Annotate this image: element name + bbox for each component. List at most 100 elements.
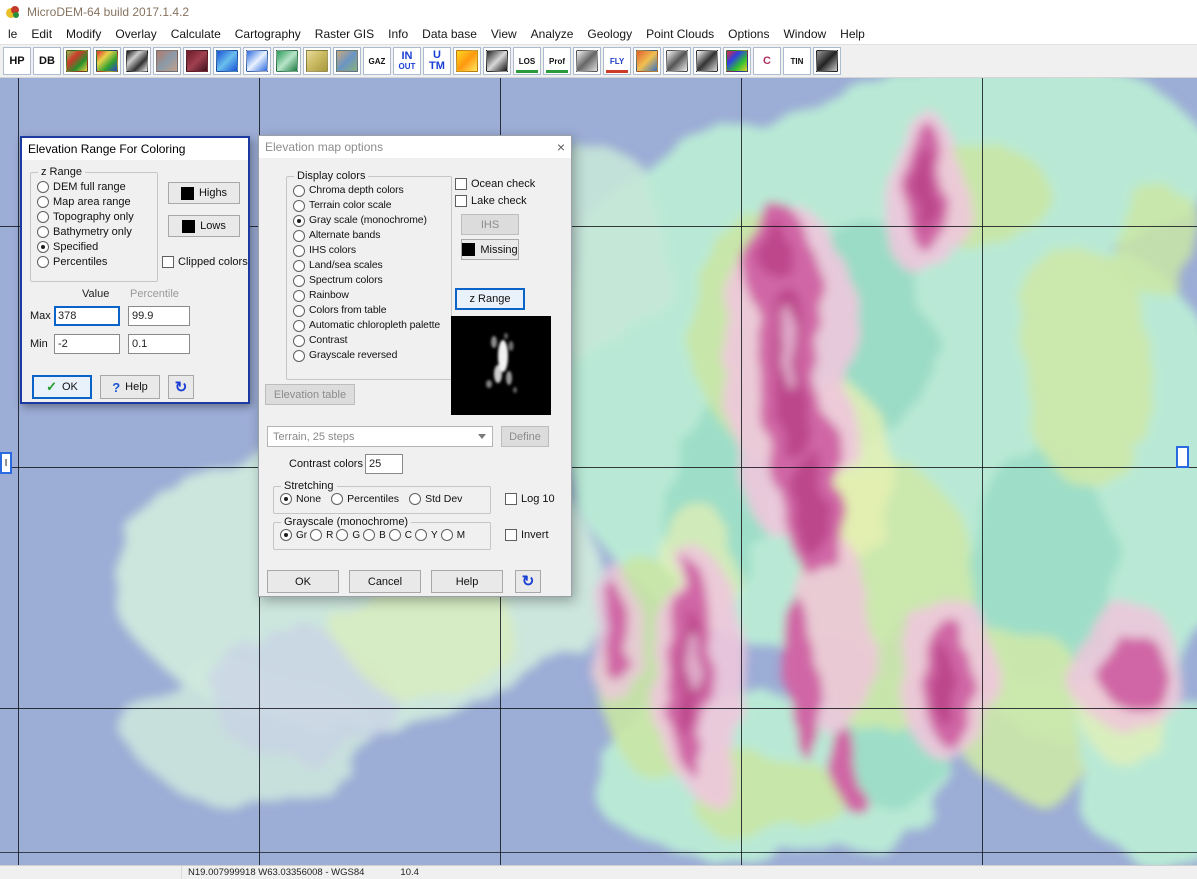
perspective-view-icon[interactable] <box>633 47 661 75</box>
wire-globe-icon[interactable] <box>663 47 691 75</box>
ihs-button[interactable]: IHS <box>461 214 519 235</box>
survey-instrument-icon[interactable] <box>813 47 841 75</box>
satellite-image-icon[interactable] <box>153 47 181 75</box>
ocean-check-checkbox[interactable]: Ocean check <box>455 178 535 190</box>
radio-y[interactable]: Y <box>415 528 438 543</box>
ok-button[interactable]: ✓ OK <box>32 375 92 399</box>
radio-g[interactable]: G <box>336 528 360 543</box>
menu-item-options[interactable]: Options <box>721 25 776 43</box>
menu-item-info[interactable]: Info <box>381 25 415 43</box>
min-value-input[interactable] <box>54 334 120 354</box>
radio-rainbow[interactable]: Rainbow <box>293 288 447 303</box>
tool-gaz[interactable]: GAZ <box>363 47 391 75</box>
menu-item-le[interactable]: le <box>1 25 24 43</box>
elevation-map-options-titlebar[interactable]: Elevation map options × <box>259 136 571 158</box>
menu-item-geology[interactable]: Geology <box>580 25 639 43</box>
radio-contrast[interactable]: Contrast <box>293 333 447 348</box>
define-button[interactable]: Define <box>501 426 549 447</box>
radio-r[interactable]: R <box>310 528 333 543</box>
rainbow-palette-icon[interactable] <box>93 47 121 75</box>
radio-percentiles[interactable]: Percentiles <box>37 254 153 269</box>
z-range-button[interactable]: z Range <box>455 288 525 310</box>
menu-item-help[interactable]: Help <box>833 25 872 43</box>
elevation-table-button[interactable]: Elevation table <box>265 384 355 405</box>
elevation-range-dialog-titlebar[interactable]: Elevation Range For Coloring <box>22 138 248 160</box>
radio-m[interactable]: M <box>441 528 465 543</box>
help-button[interactable]: ? Help <box>100 375 160 399</box>
radio-colors-from-table[interactable]: Colors from table <box>293 303 447 318</box>
contour-map-icon[interactable] <box>303 47 331 75</box>
tool-hp[interactable]: HP <box>3 47 31 75</box>
radio-topography-only[interactable]: Topography only <box>37 209 153 224</box>
missing-button[interactable]: Missing <box>461 239 519 260</box>
radio-gray-scale-monochrome[interactable]: Gray scale (monochrome) <box>293 213 447 228</box>
sun-icon[interactable] <box>453 47 481 75</box>
menu-item-point-clouds[interactable]: Point Clouds <box>639 25 721 43</box>
radio-none[interactable]: None <box>280 492 321 507</box>
bw-noise-icon[interactable] <box>123 47 151 75</box>
clipped-colors-checkbox[interactable]: Clipped colors <box>162 256 248 268</box>
triangle-mesh-icon[interactable] <box>693 47 721 75</box>
radio-b[interactable]: B <box>363 528 386 543</box>
blue-globe-icon[interactable] <box>213 47 241 75</box>
lows-button[interactable]: Lows <box>168 215 240 237</box>
help-button-options[interactable]: Help <box>431 570 503 593</box>
redraw-button[interactable]: ↻ <box>168 375 194 399</box>
max-percentile-input[interactable] <box>128 306 190 326</box>
radio-bathymetry-only[interactable]: Bathymetry only <box>37 224 153 239</box>
menu-item-view[interactable]: View <box>484 25 524 43</box>
radio-c[interactable]: C <box>389 528 412 543</box>
tool-tin[interactable]: TIN <box>783 47 811 75</box>
menu-item-data-base[interactable]: Data base <box>415 25 484 43</box>
tool-db[interactable]: DB <box>33 47 61 75</box>
menu-item-modify[interactable]: Modify <box>59 25 108 43</box>
menu-item-edit[interactable]: Edit <box>24 25 59 43</box>
menu-item-overlay[interactable]: Overlay <box>108 25 163 43</box>
radio-alternate-bands[interactable]: Alternate bands <box>293 228 447 243</box>
radio-map-area-range[interactable]: Map area range <box>37 194 153 209</box>
palette-dropdown[interactable]: Terrain, 25 steps <box>267 426 493 447</box>
radio-dem-full-range[interactable]: DEM full range <box>37 179 153 194</box>
radio-gr[interactable]: Gr <box>280 528 307 543</box>
color-pixel-grid-icon[interactable] <box>723 47 751 75</box>
half-globe-icon[interactable] <box>483 47 511 75</box>
radio-spectrum-colors[interactable]: Spectrum colors <box>293 273 447 288</box>
block-diagram-icon[interactable] <box>273 47 301 75</box>
highs-button[interactable]: Highs <box>168 182 240 204</box>
radio-percentiles[interactable]: Percentiles <box>331 492 399 507</box>
menu-item-cartography[interactable]: Cartography <box>228 25 308 43</box>
menu-item-calculate[interactable]: Calculate <box>164 25 228 43</box>
radio-terrain-color-scale[interactable]: Terrain color scale <box>293 198 447 213</box>
radio-specified[interactable]: Specified <box>37 239 153 254</box>
shaded-relief-icon[interactable] <box>183 47 211 75</box>
profile-sketch-icon[interactable] <box>573 47 601 75</box>
tool-fly[interactable]: FLY <box>603 47 631 75</box>
menu-item-window[interactable]: Window <box>776 25 833 43</box>
map-layers-icon[interactable] <box>63 47 91 75</box>
ok-button-options[interactable]: OK <box>267 570 339 593</box>
radio-land-sea-scales[interactable]: Land/sea scales <box>293 258 447 273</box>
log10-checkbox[interactable]: Log 10 <box>505 493 555 505</box>
globe-grid-icon[interactable] <box>243 47 271 75</box>
radio-chroma-depth-colors[interactable]: Chroma depth colors <box>293 183 447 198</box>
redraw-button-options[interactable]: ↻ <box>515 570 541 593</box>
radio-ihs-colors[interactable]: IHS colors <box>293 243 447 258</box>
min-percentile-input[interactable] <box>128 334 190 354</box>
tool-c[interactable]: C <box>753 47 781 75</box>
invert-checkbox[interactable]: Invert <box>505 529 549 541</box>
radio-automatic-chloropleth-palette[interactable]: Automatic chloropleth palette <box>293 318 447 333</box>
close-icon[interactable]: × <box>543 139 565 155</box>
world-relief-icon[interactable] <box>333 47 361 75</box>
contrast-colors-input[interactable] <box>365 454 403 474</box>
menu-item-raster-gis[interactable]: Raster GIS <box>308 25 381 43</box>
radio-grayscale-reversed[interactable]: Grayscale reversed <box>293 348 447 363</box>
lake-check-checkbox[interactable]: Lake check <box>455 195 527 207</box>
max-value-input[interactable] <box>54 306 120 326</box>
tool-los[interactable]: LOS <box>513 47 541 75</box>
tool-utm[interactable]: UTM <box>423 47 451 75</box>
radio-std-dev[interactable]: Std Dev <box>409 492 462 507</box>
tool-in-out[interactable]: INOUT <box>393 47 421 75</box>
cancel-button[interactable]: Cancel <box>349 570 421 593</box>
tool-prof[interactable]: Prof <box>543 47 571 75</box>
menu-item-analyze[interactable]: Analyze <box>524 25 581 43</box>
